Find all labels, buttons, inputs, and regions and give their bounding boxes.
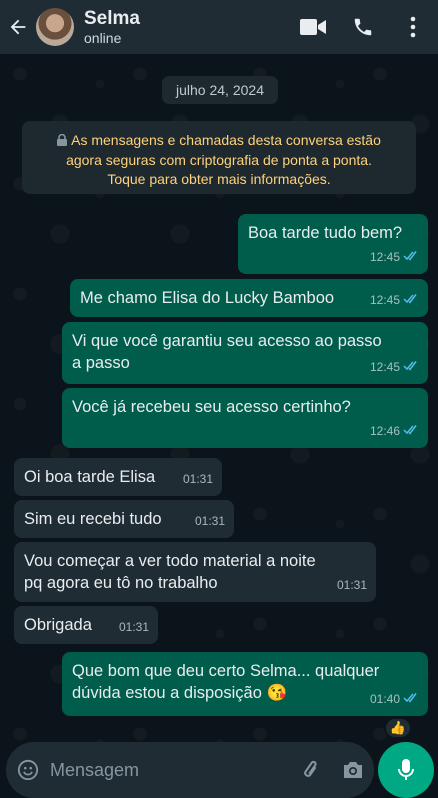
message-line: Vi que você garantiu seu acesso ao passo (72, 332, 382, 350)
message-meta: 01:31 (337, 574, 367, 596)
header-actions (288, 0, 438, 54)
incoming-message[interactable]: Sim eu recebi tudo 01:31 (14, 500, 234, 538)
encryption-notice-line: As mensagens e chamadas desta conversa e… (34, 131, 404, 151)
read-receipt-icon (403, 688, 419, 710)
incoming-message[interactable]: Oi boa tarde Elisa 01:31 (14, 458, 222, 496)
emoji-icon[interactable] (6, 742, 50, 798)
phone-call-icon[interactable] (338, 0, 388, 54)
message-text: Você já recebeu seu acesso certinho? (72, 398, 351, 416)
outgoing-message[interactable]: Me chamo Elisa do Lucky Bamboo 12:45 (70, 279, 428, 317)
camera-icon[interactable] (332, 742, 374, 798)
message-meta: 12:45 (370, 246, 419, 268)
message-meta: 12:45 (370, 289, 419, 311)
reaction-badge[interactable]: 👍 (384, 717, 412, 739)
message-text: Que bom que deu certo Selma... qualquer … (72, 660, 379, 704)
message-time: 12:46 (369, 424, 400, 438)
message-line: dúvida estou a disposição 😘 (72, 684, 288, 702)
message-meta: 01:31 (119, 616, 149, 638)
chat-header: Selma online (0, 0, 438, 54)
read-receipt-icon (403, 289, 419, 311)
message-text: Boa tarde tudo bem? (248, 224, 403, 242)
contact-name: Selma (84, 8, 140, 29)
message-text: Vi que você garantiu seu acesso ao passo… (72, 330, 382, 374)
message-meta: 01:31 (195, 510, 225, 532)
message-meta: 12:46 (370, 420, 419, 442)
lock-icon (57, 132, 68, 151)
encryption-notice-line: Toque para obter mais informações. (107, 171, 331, 187)
read-receipt-icon (403, 246, 419, 268)
mic-icon[interactable] (378, 742, 434, 798)
outgoing-message[interactable]: Vi que você garantiu seu acesso ao passo… (62, 322, 428, 384)
message-composer (6, 742, 374, 798)
outgoing-message[interactable]: Boa tarde tudo bem? 12:45 (238, 214, 428, 274)
incoming-message[interactable]: Vou começar a ver todo material a noite … (14, 542, 376, 602)
avatar[interactable] (36, 8, 74, 46)
message-text: Sim eu recebi tudo (24, 510, 162, 528)
message-line: Que bom que deu certo Selma... qualquer (72, 662, 380, 680)
chat-area[interactable]: julho 24, 2024 As mensagens e chamadas d… (0, 54, 438, 798)
attach-icon[interactable] (290, 742, 332, 798)
encryption-notice[interactable]: As mensagens e chamadas desta conversa e… (22, 121, 416, 194)
message-meta: 12:45 (370, 356, 419, 378)
message-meta: 01:31 (183, 468, 213, 490)
message-time: 12:45 (369, 293, 400, 307)
encryption-notice-line: agora seguras com criptografia de ponta … (66, 152, 372, 168)
back-arrow-icon[interactable] (0, 0, 36, 54)
outgoing-message[interactable]: Você já recebeu seu acesso certinho? 12:… (62, 388, 428, 448)
message-text: Oi boa tarde Elisa (24, 468, 156, 486)
read-receipt-icon (403, 356, 419, 378)
message-time: 01:31 (118, 620, 149, 634)
message-time: 01:31 (182, 472, 213, 486)
message-time: 01:40 (369, 692, 400, 706)
message-time: 12:45 (369, 250, 400, 264)
message-input[interactable] (50, 742, 290, 798)
date-chip: julho 24, 2024 (162, 76, 278, 104)
outgoing-message[interactable]: Que bom que deu certo Selma... qualquer … (62, 652, 428, 716)
message-text: Me chamo Elisa do Lucky Bamboo (80, 289, 335, 307)
incoming-message[interactable]: Obrigada 01:31 (14, 606, 158, 644)
read-receipt-icon (403, 420, 419, 442)
message-time: 01:31 (336, 578, 367, 592)
contact-info[interactable]: Selma online (84, 8, 140, 46)
message-time: 12:45 (369, 360, 400, 374)
message-line: pq agora eu tô no trabalho (24, 574, 218, 592)
message-text: Vou começar a ver todo material a noite … (24, 550, 316, 594)
message-meta: 01:40 (370, 688, 419, 710)
message-line: Vou começar a ver todo material a noite (24, 552, 316, 570)
video-call-icon[interactable] (288, 0, 338, 54)
more-options-icon[interactable] (388, 0, 438, 54)
message-text: Obrigada (24, 616, 92, 634)
message-line: a passo (72, 354, 130, 372)
contact-status: online (84, 30, 122, 46)
message-time: 01:31 (194, 514, 225, 528)
